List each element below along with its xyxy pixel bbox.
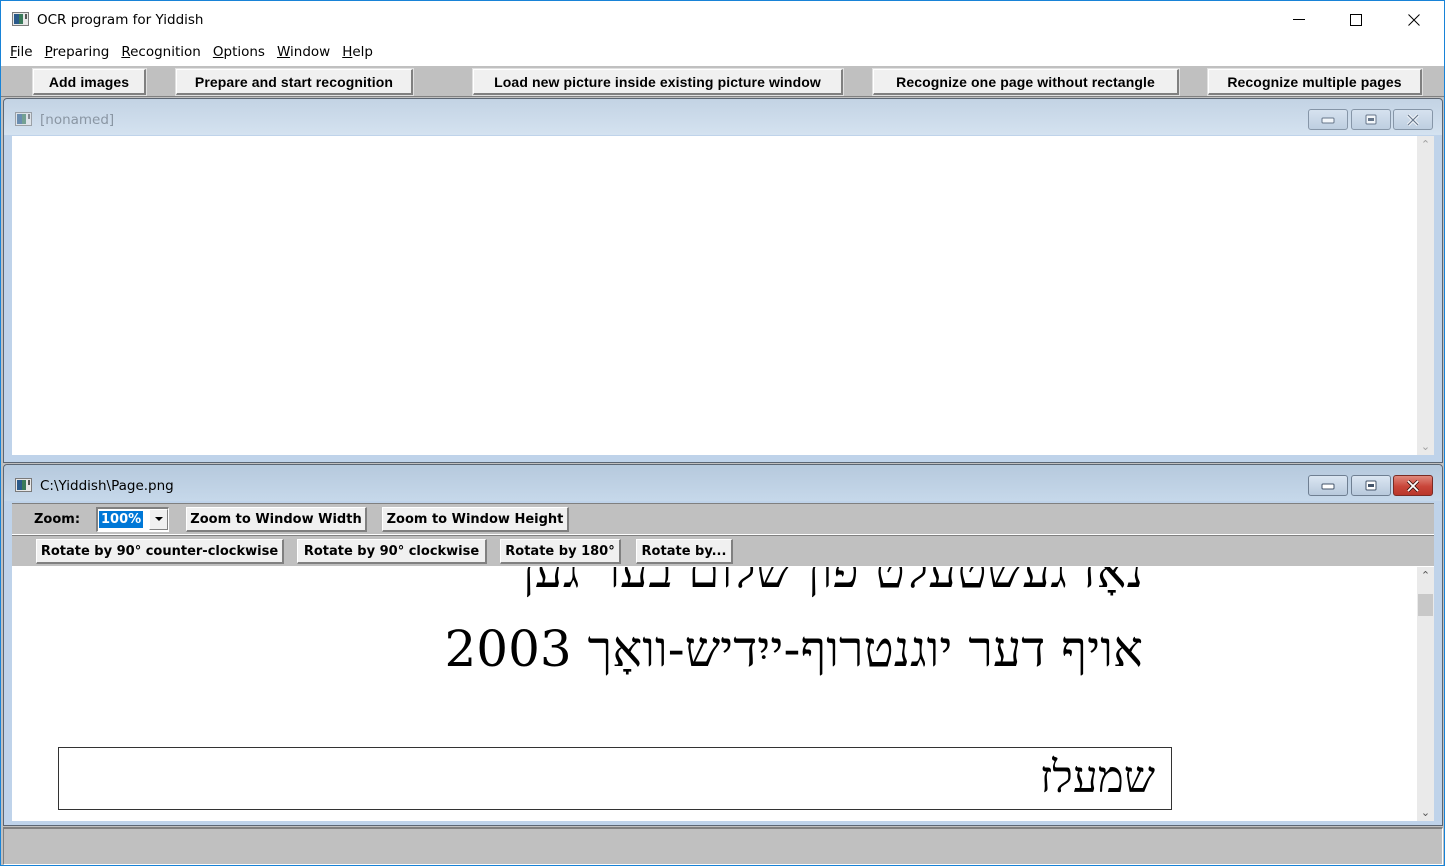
minimize-icon: [1321, 117, 1335, 123]
menu-help[interactable]: Help: [336, 39, 379, 65]
menu-label: ecognition: [130, 44, 201, 60]
menu-recognition[interactable]: Recognition: [115, 39, 207, 65]
menu-label: ile: [16, 44, 33, 60]
menu-mnemonic: F: [10, 44, 17, 60]
menu-mnemonic: O: [212, 44, 224, 60]
application-window: OCR program for Yiddish File Preparing R…: [0, 0, 1445, 866]
status-bar: [3, 827, 1443, 865]
text-window-restore-button[interactable]: [1351, 109, 1391, 130]
scroll-up-icon[interactable]: ⌃: [1417, 567, 1434, 584]
recognize-one-page-button[interactable]: Recognize one page without rectangle: [872, 68, 1180, 96]
scrollbar-thumb[interactable]: [1418, 593, 1433, 616]
menu-preparing[interactable]: Preparing: [39, 39, 116, 65]
maximize-icon: [1350, 14, 1362, 26]
zoom-toolbar: Zoom: 100% Zoom to Window Width Zoom to …: [12, 503, 1434, 535]
image-window-caption[interactable]: C:\Yiddish\Page.png: [4, 465, 1442, 501]
menu-label: indow: [290, 44, 331, 60]
image-window-close-button[interactable]: [1393, 475, 1433, 496]
image-window-minimize-button[interactable]: [1308, 475, 1348, 496]
page-image: נאָז געשטעלט פֿון שלום בער גען אויף דער …: [12, 567, 1417, 821]
text-window-scrollbar[interactable]: ⌃ ⌄: [1417, 136, 1434, 455]
menu-bar: File Preparing Recognition Options Windo…: [1, 39, 1444, 65]
zoom-to-window-width-button[interactable]: Zoom to Window Width: [186, 507, 367, 532]
title-bar: OCR program for Yiddish: [1, 1, 1444, 39]
restore-icon: [1365, 480, 1377, 490]
scroll-down-icon[interactable]: ⌄: [1417, 438, 1434, 455]
rotate-custom-button[interactable]: Rotate by...: [636, 539, 733, 564]
zoom-to-window-height-button[interactable]: Zoom to Window Height: [382, 507, 569, 532]
app-icon: [12, 12, 29, 26]
scroll-down-icon[interactable]: ⌄: [1417, 804, 1434, 821]
rotate-toolbar: Rotate by 90° counter-clockwise Rotate b…: [12, 535, 1434, 567]
menu-mnemonic: P: [44, 44, 53, 60]
main-toolbar: Add images Prepare and start recognition…: [1, 65, 1444, 97]
text-window-minimize-button[interactable]: [1308, 109, 1348, 130]
zoom-dropdown-button[interactable]: [149, 509, 168, 530]
recognize-multiple-pages-button[interactable]: Recognize multiple pages: [1207, 68, 1423, 96]
menu-mnemonic: R: [121, 44, 131, 60]
image-text-line: נאָז געשטעלט פֿון שלום בער גען: [522, 567, 1143, 599]
load-new-picture-button[interactable]: Load new picture inside existing picture…: [472, 68, 844, 96]
image-window-restore-button[interactable]: [1351, 475, 1391, 496]
rotate-180-button[interactable]: Rotate by 180°: [500, 539, 621, 564]
rotate-cw-button[interactable]: Rotate by 90° clockwise: [297, 539, 487, 564]
chevron-down-icon: [154, 517, 163, 521]
restore-icon: [1365, 114, 1377, 124]
menu-label: reparing: [52, 44, 110, 60]
image-window-client: Zoom: 100% Zoom to Window Width Zoom to …: [12, 503, 1434, 821]
text-window-caption[interactable]: [nonamed]: [4, 99, 1442, 135]
close-icon: [1408, 14, 1420, 26]
scroll-up-icon[interactable]: ⌃: [1417, 136, 1434, 153]
prepare-and-start-recognition-button[interactable]: Prepare and start recognition: [175, 68, 414, 96]
text-window-close-button[interactable]: [1393, 109, 1433, 130]
document-icon: [15, 112, 32, 126]
text-window: [nonamed] ⌃ ⌄: [3, 98, 1443, 463]
add-images-button[interactable]: Add images: [32, 68, 147, 96]
maximize-button[interactable]: [1327, 1, 1385, 39]
menu-window[interactable]: Window: [271, 39, 336, 65]
close-icon: [1406, 479, 1420, 492]
zoom-value[interactable]: 100%: [99, 511, 144, 528]
image-window-scrollbar[interactable]: ⌃ ⌄: [1417, 567, 1434, 821]
image-window: C:\Yiddish\Page.png Zoom: 100% Zoom to W…: [3, 464, 1443, 826]
zoom-select[interactable]: 100%: [96, 507, 169, 532]
rotate-ccw-button[interactable]: Rotate by 90° counter-clockwise: [36, 539, 284, 564]
recognized-text-area[interactable]: ⌃ ⌄: [12, 136, 1434, 455]
document-icon: [15, 478, 32, 492]
close-icon: [1406, 113, 1420, 126]
menu-options[interactable]: Options: [207, 39, 271, 65]
boxed-word: שמעלז: [1040, 752, 1155, 803]
menu-label: elp: [352, 44, 374, 60]
text-window-title: [nonamed]: [40, 112, 115, 128]
menu-label: ptions: [223, 44, 265, 60]
image-window-title: C:\Yiddish\Page.png: [40, 478, 174, 494]
window-title: OCR program for Yiddish: [37, 12, 204, 28]
minimize-button[interactable]: [1270, 1, 1328, 39]
image-text-line: אויף דער יוגנטרוף-ייִדיש-וואָך 2003: [444, 620, 1144, 678]
minimize-icon: [1321, 483, 1335, 489]
menu-file[interactable]: File: [4, 39, 39, 65]
image-view[interactable]: נאָז געשטעלט פֿון שלום בער גען אויף דער …: [12, 567, 1434, 821]
menu-mnemonic: W: [276, 44, 291, 60]
recognition-rectangle[interactable]: שמעלז: [58, 747, 1172, 810]
zoom-label: Zoom:: [34, 512, 81, 527]
close-button[interactable]: [1385, 1, 1443, 39]
menu-mnemonic: H: [342, 44, 353, 60]
minimize-icon: [1293, 19, 1305, 20]
